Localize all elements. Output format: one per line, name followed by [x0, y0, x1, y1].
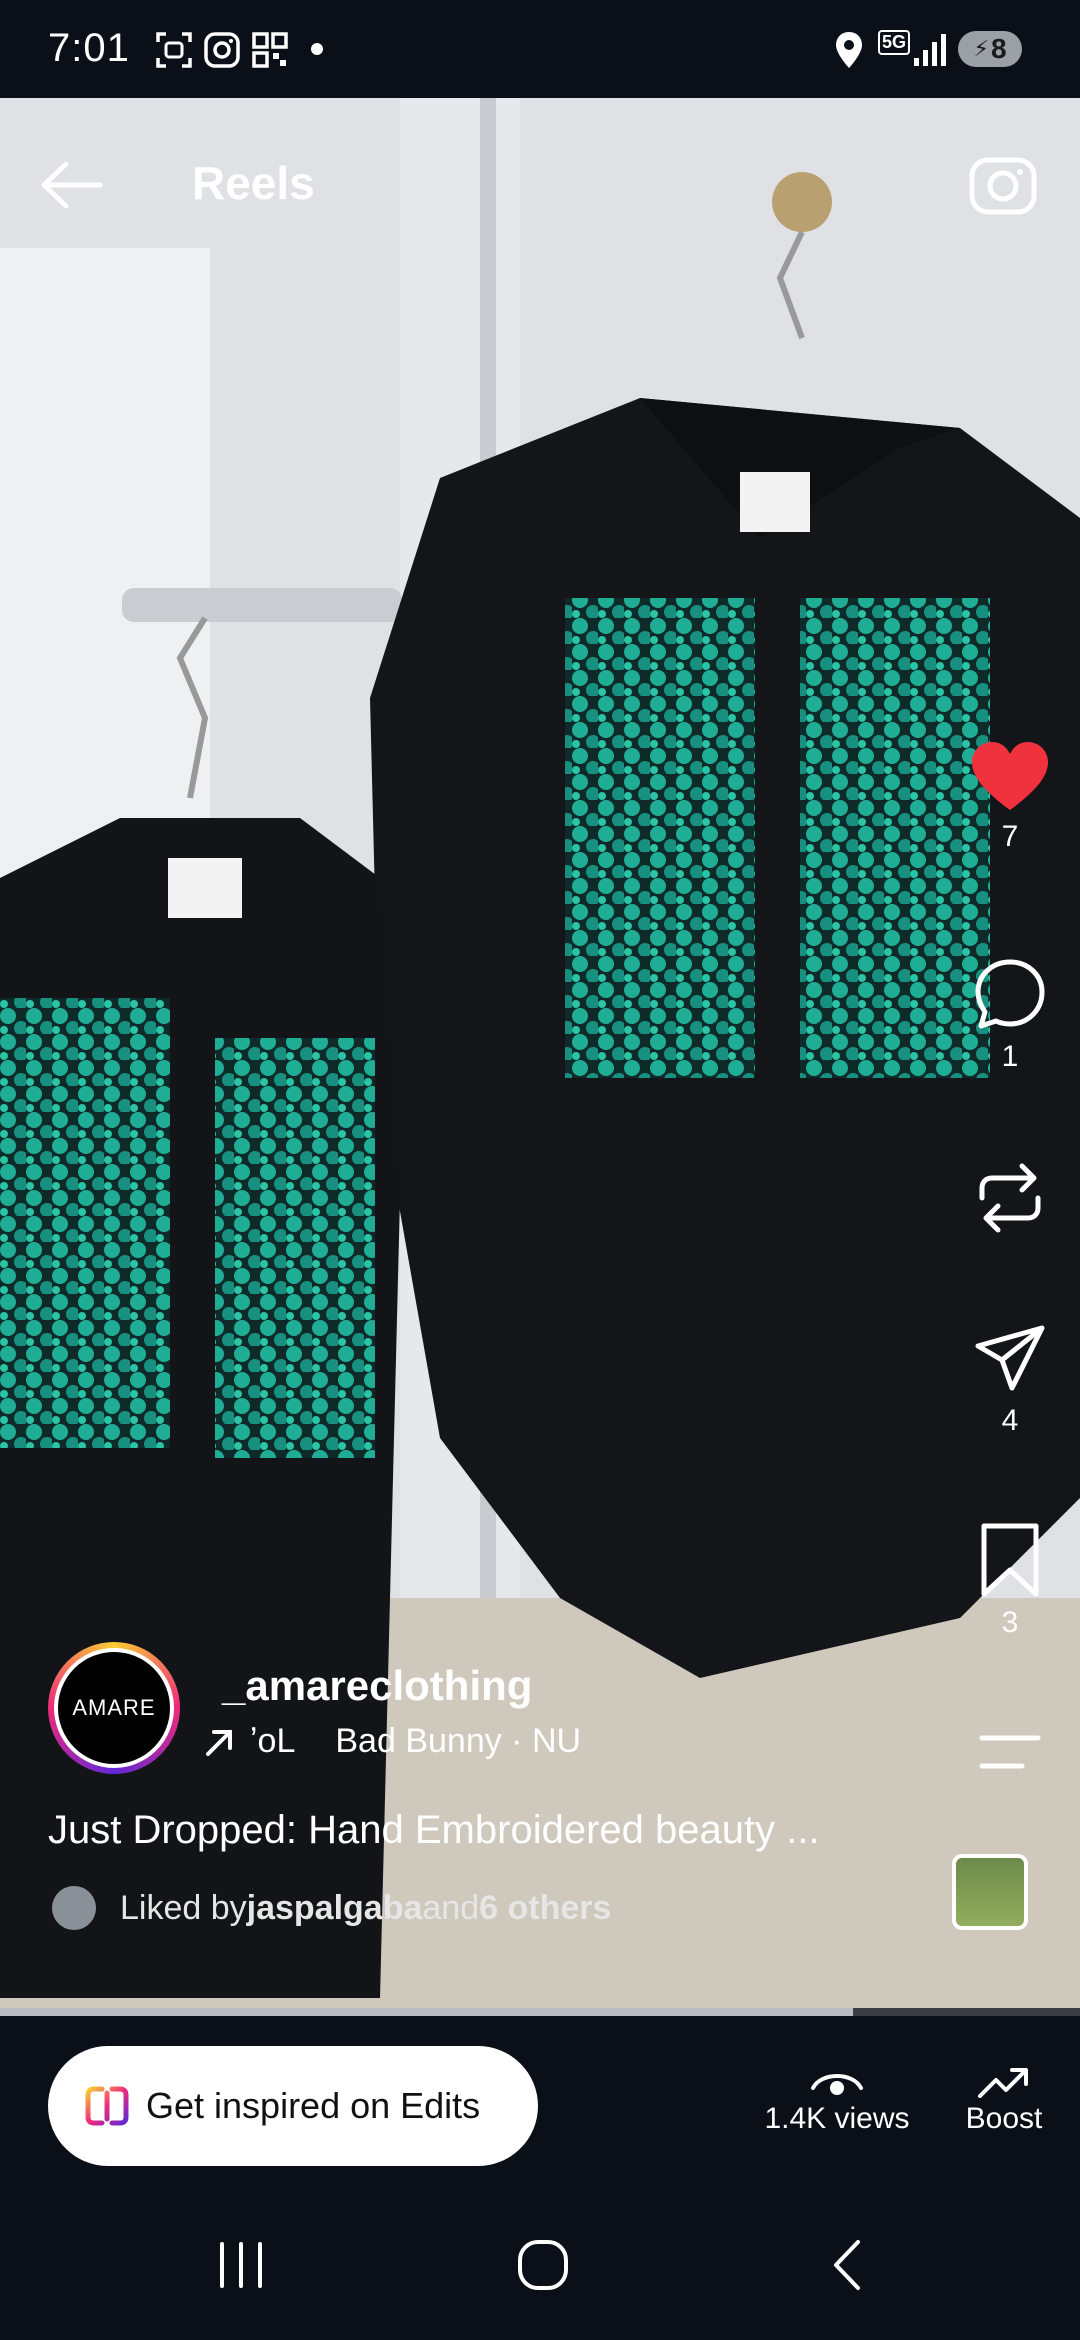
audio-row[interactable]: ʼoL Bad Bunny · NU — [204, 1722, 581, 1761]
repost-icon[interactable] — [972, 1160, 1048, 1236]
like-action[interactable]: 7 — [940, 740, 1080, 854]
menu-icon[interactable] — [978, 1732, 1042, 1772]
liked-by-row[interactable]: Liked by jaspalgaba and 6 others — [52, 1886, 611, 1930]
face-scan-icon — [156, 32, 192, 68]
network-type: 5G — [878, 30, 911, 55]
save-action[interactable]: 3 — [940, 1522, 1080, 1640]
audio-prefix: ʼoL — [250, 1722, 296, 1760]
repost-action[interactable] — [940, 1160, 1080, 1236]
audio-thumbnail[interactable] — [952, 1854, 1028, 1930]
liked-by-and: and — [422, 1888, 480, 1927]
back-nav-icon[interactable] — [812, 2230, 882, 2300]
boost-label: Boost — [965, 2102, 1043, 2135]
caption[interactable]: Just Dropped: Hand Embroidered beauty ..… — [48, 1808, 820, 1853]
views-insight[interactable]: 1.4K views — [762, 2062, 912, 2136]
notification-dot-icon — [311, 43, 323, 55]
reels-top-bar: Reels — [0, 98, 1080, 268]
trending-arrow-icon — [206, 1729, 232, 1756]
battery-indicator: ⚡ 8 — [958, 31, 1022, 67]
location-icon — [836, 32, 862, 68]
signal-icon — [914, 34, 946, 66]
eye-icon — [811, 2074, 863, 2095]
charging-icon: ⚡ — [973, 36, 989, 61]
username[interactable]: _amareclothing — [222, 1662, 532, 1710]
get-inspired-edits-button[interactable]: Get inspired on Edits — [48, 2046, 538, 2166]
battery-level: 8 — [990, 33, 1007, 64]
camera-icon[interactable] — [966, 146, 1040, 220]
instagram-icon — [204, 32, 240, 68]
boost-button[interactable]: Boost — [956, 2062, 1052, 2136]
home-icon[interactable] — [508, 2230, 578, 2300]
back-arrow-icon[interactable] — [36, 150, 106, 220]
status-time: 7:01 — [48, 26, 130, 70]
profile-avatar[interactable]: AMARE — [48, 1642, 180, 1774]
edits-button-label: Get inspired on Edits — [146, 2085, 481, 2126]
video-progress-bar[interactable] — [0, 2008, 1080, 2016]
liked-by-user: jaspalgaba — [246, 1888, 423, 1927]
bookmark-icon[interactable] — [978, 1522, 1042, 1598]
share-action[interactable]: 4 — [940, 1320, 1080, 1438]
status-bar: 7:01 5G ⚡ 8 — [0, 0, 1080, 98]
video-progress-fill — [0, 2008, 854, 2016]
views-label: 1.4K views — [764, 2102, 910, 2135]
comment-icon[interactable] — [972, 956, 1048, 1032]
like-count: 7 — [1001, 820, 1019, 853]
heart-filled-icon[interactable] — [970, 740, 1050, 812]
qr-code-icon — [252, 32, 288, 68]
send-icon[interactable] — [972, 1320, 1048, 1396]
trend-up-icon — [978, 2068, 1028, 2098]
more-options-action[interactable] — [940, 1732, 1080, 1772]
share-count: 4 — [1001, 1404, 1019, 1437]
liked-by-avatar — [52, 1886, 96, 1930]
save-count: 3 — [1001, 1606, 1019, 1639]
audio-track: Bad Bunny · NU — [335, 1722, 582, 1760]
bottom-action-bar: Get inspired on Edits 1.4K views Boost — [0, 2016, 1080, 2186]
recent-apps-icon[interactable] — [206, 2230, 276, 2300]
comment-count: 1 — [1001, 1040, 1019, 1073]
liked-by-others: 6 others — [479, 1888, 612, 1927]
edits-logo-icon — [85, 2086, 129, 2126]
avatar-logo: AMARE — [54, 1648, 174, 1768]
system-nav-bar — [0, 2186, 1080, 2340]
liked-by-prefix: Liked by — [120, 1888, 247, 1927]
page-title: Reels — [192, 157, 315, 209]
comment-action[interactable]: 1 — [940, 956, 1080, 1074]
